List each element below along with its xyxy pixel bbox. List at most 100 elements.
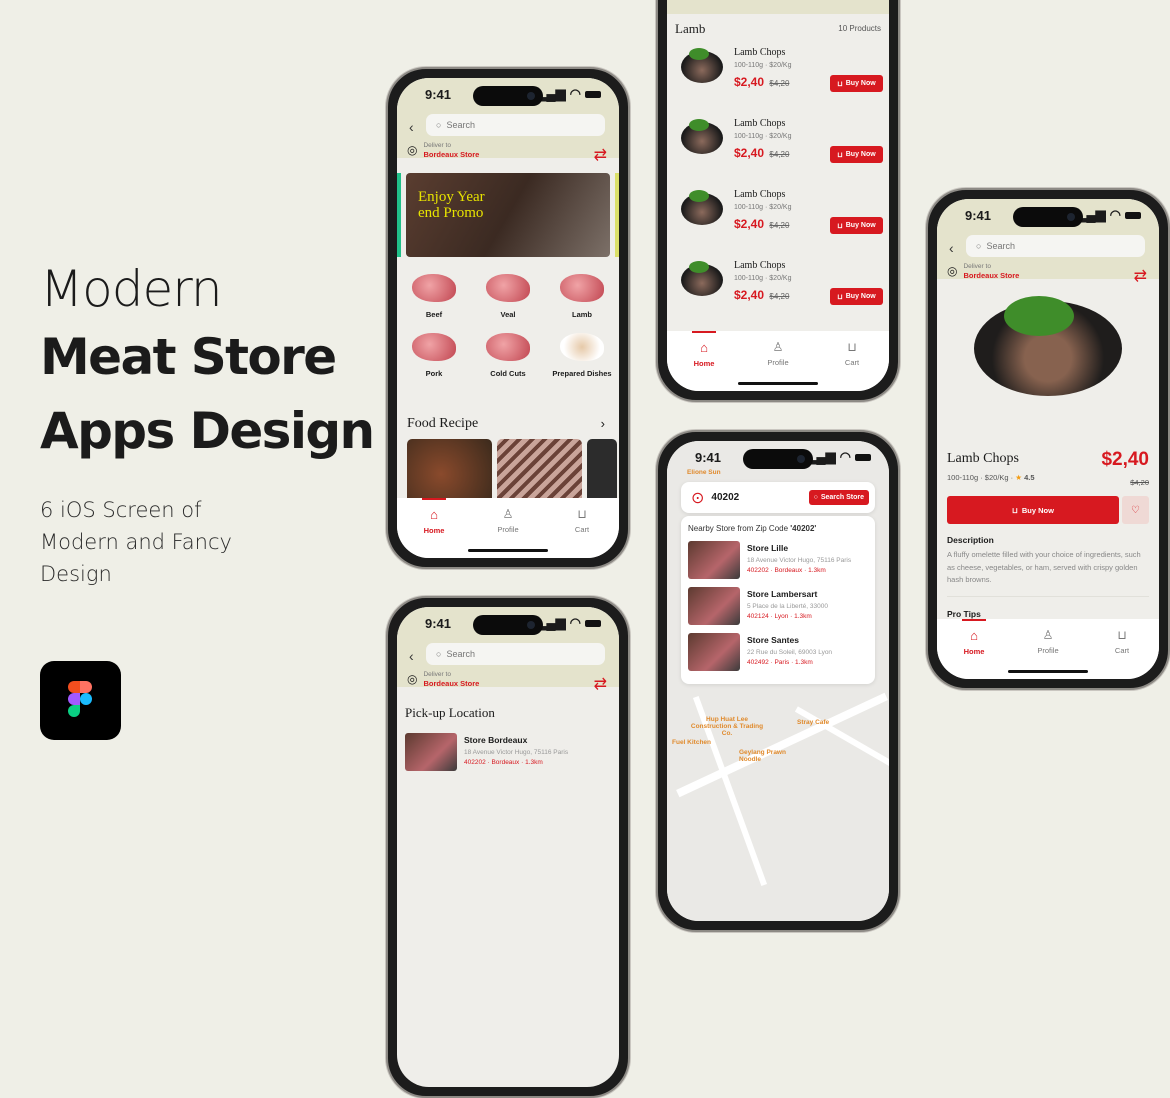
store-image (688, 633, 740, 671)
poi-label: Hup Huat Lee Construction & Trading Co. (690, 716, 764, 737)
product-meta: 100-110g · $20/Kg · ★ 4.5 (947, 473, 1035, 482)
old-price: $4,20 (769, 79, 790, 88)
buy-now-button[interactable]: ⊔ Buy Now (830, 288, 883, 305)
cart-icon: ⊔ (847, 340, 857, 354)
deliver-to[interactable]: ◎ Deliver to Bordeaux Store (407, 670, 479, 688)
banner-text: Enjoy Year end Promo (418, 189, 485, 221)
product-name: Lamb Chops (734, 47, 786, 58)
tab-cart[interactable]: ⊔ Cart (552, 507, 612, 558)
back-button[interactable]: ‹ (409, 119, 414, 135)
search-input[interactable]: ○ Search (966, 235, 1145, 257)
zip-input[interactable]: 40202 (711, 492, 801, 503)
dynamic-island (473, 615, 543, 635)
pickup-store[interactable]: Store Bordeaux 18 Avenue Victor Hugo, 751… (405, 733, 568, 771)
category-pork[interactable]: Pork (397, 333, 471, 378)
product-name: Lamb Chops (947, 451, 1019, 466)
buy-now-button[interactable]: ⊔ Buy Now (830, 75, 883, 92)
home-indicator (1008, 670, 1088, 673)
store-name: Store Santes (747, 635, 799, 645)
nearby-title: Nearby Store from Zip Code '40202' (688, 524, 817, 533)
dynamic-island (743, 449, 813, 469)
status-time: 9:41 (695, 449, 722, 465)
store-meta: 402492 · Paris · 1.3km (747, 659, 813, 666)
category-cold-cuts[interactable]: Cold Cuts (471, 333, 545, 378)
product-price: $2,40 $4,20 (734, 217, 790, 231)
deliver-to[interactable]: ◎ Deliver to Bordeaux Store (407, 141, 479, 159)
pickup-title: Pick-up Location (405, 705, 495, 720)
product-row[interactable]: Lamb Chops 100-110g · $20/Kg $2,40 $4,20 ⊔ B… (667, 43, 889, 115)
category-prepared-dishes[interactable]: Prepared Dishes (545, 333, 619, 378)
phone-product-detail: 9:41 ▂▄▆ ◠ ‹ ○ Search ◎ Deliver to Bordeaux… (926, 188, 1170, 690)
basket-icon: ⊔ (837, 222, 843, 230)
wifi-icon: ◠ (569, 86, 581, 101)
hero: Modern Meat Store Apps Design 6 iOS Scre… (40, 258, 375, 590)
store-meta: 402202 · Bordeaux · 1.3km (747, 567, 826, 574)
cart-icon: ⊔ (577, 507, 587, 521)
status-time: 9:41 (425, 86, 452, 102)
product-price: $2,40 (1101, 449, 1149, 470)
favorite-button[interactable]: ♡ (1122, 496, 1149, 524)
tab-home[interactable]: ⌂ Home (674, 331, 734, 391)
tab-home[interactable]: ⌂ Home (404, 498, 464, 558)
location-target-icon: ◎ (407, 672, 418, 686)
store-item[interactable]: Store Lille 18 Avenue Victor Hugo, 75116 … (688, 541, 868, 579)
product-old-price: $4,20 (1130, 478, 1149, 487)
search-store-button[interactable]: ○ Search Store (808, 490, 869, 505)
figma-icon (68, 681, 92, 717)
list-title: Lamb (675, 21, 706, 36)
store-item[interactable]: Store Santes 22 Rue du Soleil, 69003 Lyon… (688, 633, 868, 671)
buy-now-button[interactable]: ⊔ Buy Now (830, 217, 883, 234)
basket-icon: ⊔ (837, 151, 843, 159)
product-thumb (681, 261, 723, 296)
deliver-to[interactable]: ◎ Deliver to Bordeaux Store (947, 262, 1019, 280)
veal-image (486, 274, 530, 302)
heart-icon: ♡ (1131, 504, 1140, 516)
chevron-right-icon[interactable]: › (601, 416, 605, 431)
promo-banner[interactable]: Enjoy Year end Promo (406, 173, 610, 257)
rating: 4.5 (1024, 473, 1035, 482)
swap-store-icon[interactable]: ⇄ (1134, 266, 1147, 286)
store-item[interactable]: Store Lambersart 5 Place de la Liberté, 3… (688, 587, 868, 625)
phone-home: 9:41 ▂▄▆ ◠ ‹ ○ Search ◎ Deliver to Bordeaux… (386, 67, 630, 569)
swap-store-icon[interactable]: ⇄ (594, 145, 607, 165)
buy-now-button[interactable]: ⊔ Buy Now (947, 496, 1119, 524)
product-thumb (681, 190, 723, 225)
product-name: Lamb Chops (734, 260, 786, 271)
status-time: 9:41 (965, 207, 992, 223)
back-button[interactable]: ‹ (409, 648, 414, 664)
zip-search-bar: ⊙ 40202 ○ Search Store (681, 482, 875, 513)
search-input[interactable]: ○ Search (426, 114, 605, 136)
store-meta: 402124 · Lyon · 1.3km (747, 613, 812, 620)
buy-now-button[interactable]: ⊔ Buy Now (830, 146, 883, 163)
product-row[interactable]: Lamb Chops 100-110g · $20/Kg $2,40 $4,20 ⊔ B… (667, 114, 889, 186)
home-indicator (468, 549, 548, 552)
home-icon: ⌂ (700, 340, 708, 355)
product-row[interactable]: Lamb Chops 100-110g · $20/Kg $2,40 $4,20 ⊔ B… (667, 185, 889, 257)
tab-cart[interactable]: ⊔ Cart (1092, 628, 1152, 679)
store-name: Store Lille (747, 543, 789, 553)
product-row[interactable]: Lamb Chops 100-110g · $20/Kg $2,40 $4,20 ⊔ B… (667, 256, 889, 328)
category-veal[interactable]: Veal (471, 274, 545, 319)
store-image (688, 587, 740, 625)
product-name: Lamb Chops (734, 189, 786, 200)
tab-home[interactable]: ⌂ Home (944, 619, 1004, 679)
product-meta: 100-110g · $20/Kg (734, 62, 792, 69)
search-icon: ○ (813, 494, 818, 501)
swap-store-icon[interactable]: ⇄ (594, 674, 607, 694)
product-meta: 100-110g · $20/Kg (734, 133, 792, 140)
tab-cart[interactable]: ⊔ Cart (822, 340, 882, 391)
old-price: $4,20 (769, 221, 790, 230)
back-button[interactable]: ‹ (949, 240, 954, 256)
phone-product-list: Lamb 10 Products Lamb Chops 100-110g · $2… (656, 0, 900, 402)
category-beef[interactable]: Beef (397, 274, 471, 319)
deliver-store: Bordeaux Store (423, 150, 480, 159)
phone-store-map: 9:41 ▂▄▆ ◠ Elione Sun ⊙ 40202 ○ Search Sto… (656, 430, 900, 932)
category-lamb[interactable]: Lamb (545, 274, 619, 319)
pro-tips-title: Pro Tips (947, 609, 981, 619)
search-icon: ○ (976, 241, 982, 251)
home-indicator (738, 382, 818, 385)
product-meta: 100-110g · $20/Kg (734, 275, 792, 282)
search-input[interactable]: ○ Search (426, 643, 605, 665)
lamb-image (560, 274, 604, 302)
poi-label: Geylang Prawn Noodle (739, 749, 786, 763)
